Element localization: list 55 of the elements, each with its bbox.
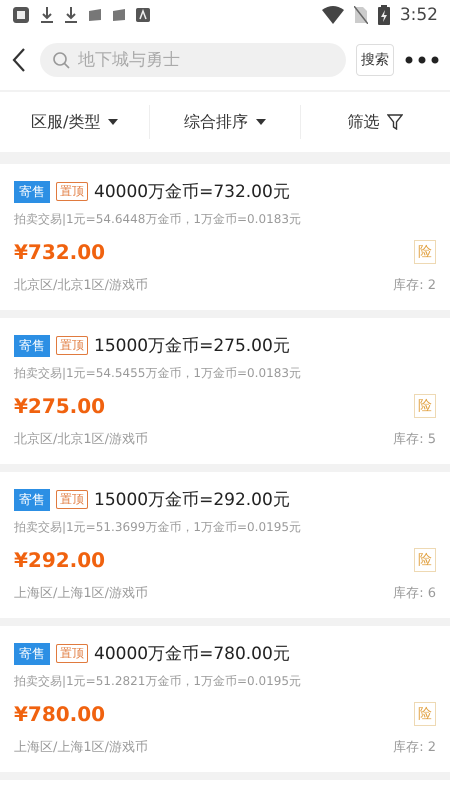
exchange-rate: 拍卖交易|1元=54.6448万金币，1万金币=0.0183元	[14, 211, 302, 228]
exchange-rate: 拍卖交易|1元=51.3699万金币，1万金币=0.0195元	[14, 519, 302, 536]
download-icon	[40, 6, 54, 24]
sale-tag: 寄售	[14, 180, 50, 202]
caret-icon	[256, 119, 266, 125]
more-icon[interactable]	[404, 55, 440, 65]
listing-card[interactable]: 寄售 置顶 15000万金币=275.00元 拍卖交易|1元=54.5455万金币，1万金币=0.0183元 ¥275.00 险 北京区/北京1区/游戏币 库存: 5	[0, 318, 450, 464]
sale-tag: 寄售	[14, 334, 50, 356]
listing-title: 40000万金币=732.00元	[94, 181, 290, 203]
exchange-rate: 拍卖交易|1元=54.5455万金币，1万金币=0.0183元	[14, 365, 302, 382]
download-icon	[64, 6, 78, 24]
stock-count: 库存: 2	[393, 739, 436, 756]
pinned-tag: 置顶	[56, 336, 88, 355]
status-time: 3:52	[400, 5, 438, 25]
sale-tag: 寄售	[14, 642, 50, 664]
filter-icon	[387, 114, 404, 130]
search-button[interactable]: 搜索	[356, 44, 394, 76]
pinned-tag: 置顶	[56, 490, 88, 509]
pinned-tag: 置顶	[56, 182, 88, 201]
insurance-tag: 险	[414, 702, 436, 726]
filter-dropdown[interactable]: 区服/类型	[0, 104, 150, 140]
listing-card[interactable]: 寄售 置顶 15000万金币=292.00元 拍卖交易|1元=51.3699万金币，1万金币=0.0195元 ¥292.00 险 上海区/上海1区/游戏币 库存: 6	[0, 472, 450, 618]
listing-card[interactable]: 寄售 置顶 40000万金币=732.00元 拍卖交易|1元=54.6448万金币，1万金币=0.0183元 ¥732.00 险 北京区/北京1区/游戏币 库存: 2	[0, 164, 450, 310]
listing-title: 15000万金币=275.00元	[94, 335, 290, 357]
server-location: 上海区/上海1区/游戏币	[14, 739, 148, 756]
wifi-icon	[322, 6, 344, 24]
caret-icon	[108, 119, 118, 125]
book-icon	[88, 8, 102, 22]
server-location: 北京区/北京1区/游戏币	[14, 277, 148, 294]
book-icon	[112, 8, 126, 22]
server-location: 上海区/上海1区/游戏币	[14, 585, 148, 602]
listing-price: ¥780.00	[14, 702, 106, 726]
listing-title: 15000万金币=292.00元	[94, 489, 290, 511]
exchange-rate: 拍卖交易|1元=51.2821万金币，1万金币=0.0195元	[14, 673, 302, 690]
notification-icon	[12, 6, 30, 24]
listing-price: ¥732.00	[14, 240, 106, 264]
listing-price: ¥292.00	[14, 548, 106, 572]
insurance-tag: 险	[414, 548, 436, 572]
pinned-tag: 置顶	[56, 644, 88, 663]
listing-title: 40000万金币=780.00元	[94, 643, 290, 665]
battery-icon	[378, 5, 390, 25]
sale-tag: 寄售	[14, 488, 50, 510]
stock-count: 库存: 5	[393, 431, 436, 448]
filter-dropdown[interactable]: 筛选	[300, 104, 450, 140]
app-icon	[136, 8, 150, 22]
stock-count: 库存: 2	[393, 277, 436, 294]
filter-dropdown[interactable]: 综合排序	[150, 104, 300, 140]
listing-price: ¥275.00	[14, 394, 106, 418]
insurance-tag: 险	[414, 240, 436, 264]
listing-card[interactable]: 寄售 置顶 40000万金币=780.00元 拍卖交易|1元=51.2821万金币，1万金币=0.0195元 ¥780.00 险 上海区/上海1区/游戏币 库存: 2	[0, 626, 450, 772]
server-location: 北京区/北京1区/游戏币	[14, 431, 148, 448]
insurance-tag: 险	[414, 394, 436, 418]
no-sim-icon	[354, 6, 368, 24]
stock-count: 库存: 6	[393, 585, 436, 602]
search-field[interactable]: 地下城与勇士	[40, 43, 346, 77]
